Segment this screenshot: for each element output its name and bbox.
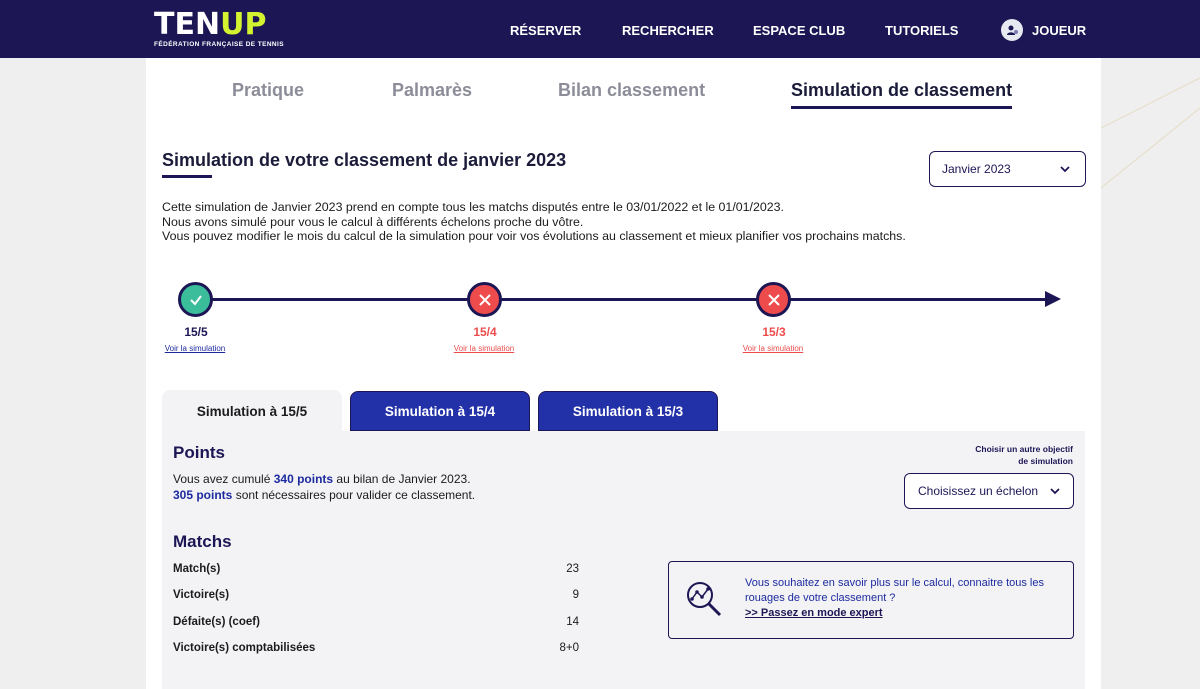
stat-row-matchs: Match(s) 23 bbox=[173, 563, 579, 575]
points-title: Points bbox=[173, 443, 225, 462]
player-menu[interactable]: JOUEUR bbox=[1001, 19, 1086, 41]
intro-line: Vous pouvez modifier le mois du calcul d… bbox=[162, 229, 906, 243]
page-title: Simulation de votre classement de janvie… bbox=[162, 150, 567, 170]
timeline-link-15-3[interactable]: Voir la simulation bbox=[733, 344, 813, 353]
sim-tab-15-4[interactable]: Simulation à 15/4 bbox=[350, 391, 530, 431]
title-underline bbox=[162, 175, 212, 178]
intro-line: Cette simulation de Janvier 2023 prend e… bbox=[162, 200, 784, 214]
stat-row-defaites: Défaite(s) (coef) 14 bbox=[173, 616, 579, 628]
tab-bilan-classement[interactable]: Bilan classement bbox=[558, 80, 705, 101]
timeline-rank-15-5: 15/5 bbox=[184, 325, 208, 339]
timeline-link-15-4[interactable]: Voir la simulation bbox=[444, 344, 524, 353]
nav-espace-club[interactable]: ESPACE CLUB bbox=[753, 23, 845, 38]
sim-tab-15-3[interactable]: Simulation à 15/3 bbox=[538, 391, 718, 431]
stat-row-victoires-comptabilisees: Victoire(s) comptabilisées 8+0 bbox=[173, 642, 579, 654]
echelon-select[interactable]: Choisissez un échelon bbox=[904, 473, 1074, 509]
chevron-down-icon bbox=[1049, 485, 1061, 500]
sim-tab-15-5[interactable]: Simulation à 15/5 bbox=[162, 390, 342, 432]
player-avatar-icon bbox=[1001, 19, 1023, 41]
rank-timeline: 15/5 Voir la simulation 15/4 Voir la sim… bbox=[146, 278, 1101, 358]
timeline-arrow-icon bbox=[1045, 291, 1061, 307]
month-select-value: Janvier 2023 bbox=[942, 162, 1011, 176]
player-label: JOUEUR bbox=[1032, 22, 1087, 38]
timeline-rank-15-3: 15/3 bbox=[762, 325, 786, 339]
main-card: Pratique Palmarès Bilan classement Simul… bbox=[146, 58, 1101, 689]
tab-palmares[interactable]: Palmarès bbox=[392, 80, 472, 101]
timeline-line bbox=[196, 298, 1046, 301]
intro-line: Nous avons simulé pour vous le calcul à … bbox=[162, 214, 584, 229]
points-summary: Vous avez cumulé 340 points au bilan de … bbox=[173, 472, 471, 486]
magnifier-chart-icon bbox=[683, 578, 725, 625]
nav-rechercher[interactable]: RECHERCHER bbox=[622, 23, 714, 38]
timeline-link-15-5[interactable]: Voir la simulation bbox=[155, 344, 235, 353]
chevron-down-icon bbox=[1059, 163, 1071, 178]
expert-text: Vous souhaitez en savoir plus sur le cal… bbox=[745, 577, 1044, 604]
tenup-logo[interactable]: TENUP FÉDÉRATION FRANÇAISE DE TENNIS bbox=[154, 7, 284, 49]
page-tabs: Pratique Palmarès Bilan classement Simul… bbox=[146, 58, 1101, 118]
check-icon[interactable] bbox=[178, 282, 213, 317]
decorative-lines bbox=[1101, 58, 1200, 689]
cross-icon[interactable] bbox=[467, 282, 502, 317]
logo-wordmark: TENUP bbox=[154, 7, 267, 42]
timeline-rank-15-4: 15/4 bbox=[473, 325, 497, 339]
cross-icon[interactable] bbox=[756, 282, 791, 317]
matchs-title: Matchs bbox=[173, 532, 232, 551]
nav-reserver[interactable]: RÉSERVER bbox=[510, 23, 581, 38]
points-required: 305 points sont nécessaires pour valider… bbox=[173, 488, 476, 502]
nav-tutoriels[interactable]: TUTORIELS bbox=[885, 23, 958, 38]
logo-subtitle: FÉDÉRATION FRANÇAISE DE TENNIS bbox=[154, 41, 284, 48]
expert-mode-box: Vous souhaitez en savoir plus sur le cal… bbox=[668, 561, 1074, 639]
simulation-panel: Points Vous avez cumulé 340 points au bi… bbox=[162, 431, 1085, 689]
tab-pratique[interactable]: Pratique bbox=[232, 80, 304, 101]
intro-text: Cette simulation de Janvier 2023 prend e… bbox=[162, 200, 906, 244]
objective-label: Choisir un autre objectif de simulation bbox=[975, 444, 1073, 466]
tab-simulation-classement[interactable]: Simulation de classement bbox=[791, 80, 1013, 109]
echelon-select-value: Choisissez un échelon bbox=[918, 484, 1039, 498]
expert-mode-link[interactable]: >> Passez en mode expert bbox=[745, 607, 883, 619]
top-navbar: TENUP FÉDÉRATION FRANÇAISE DE TENNIS RÉS… bbox=[0, 0, 1200, 58]
month-select[interactable]: Janvier 2023 bbox=[929, 151, 1086, 187]
stat-row-victoires: Victoire(s) 9 bbox=[173, 589, 579, 601]
